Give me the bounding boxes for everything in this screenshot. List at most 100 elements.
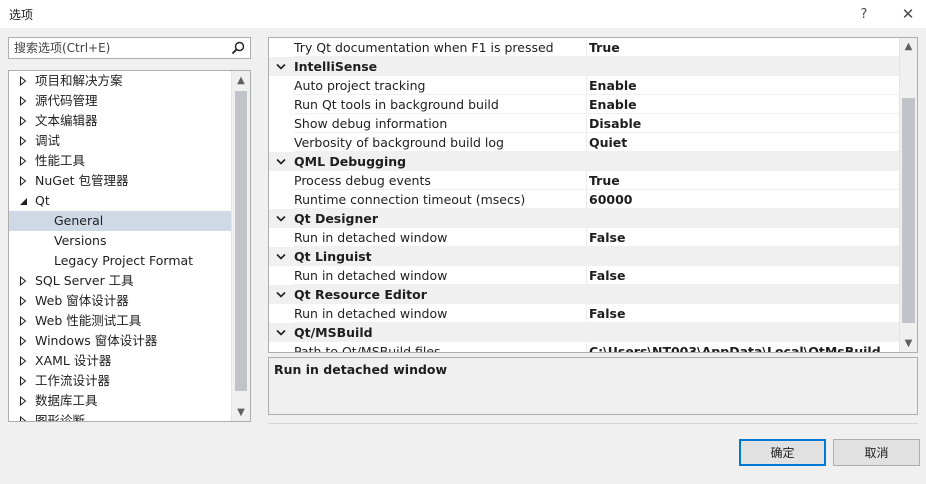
property-category[interactable]: Qt Resource Editor (269, 285, 900, 304)
expand-arrow-icon[interactable] (18, 151, 28, 171)
property-name: Run in detached window (294, 304, 586, 323)
tree-item[interactable]: Web 性能测试工具 (9, 311, 231, 331)
property-category[interactable]: Qt Designer (269, 209, 900, 228)
expand-arrow-icon[interactable] (18, 91, 28, 111)
expand-arrow-icon[interactable] (18, 271, 28, 291)
chevron-down-icon[interactable] (275, 209, 287, 228)
property-row[interactable]: Verbosity of background build log Quiet (269, 133, 900, 152)
property-value[interactable]: Disable (586, 114, 900, 133)
property-grid-scrollbar[interactable]: ▲ ▼ (899, 38, 917, 352)
property-row[interactable]: Run in detached window False (269, 228, 900, 247)
category-label: QML Debugging (294, 154, 407, 169)
property-name: Try Qt documentation when F1 is pressed (294, 38, 586, 57)
property-value[interactable]: True (586, 38, 900, 57)
property-row[interactable]: Try Qt documentation when F1 is pressed T… (269, 38, 900, 57)
property-category[interactable]: Qt Linguist (269, 247, 900, 266)
property-row[interactable]: Auto project tracking Enable (269, 76, 900, 95)
tree-item[interactable]: 调试 (9, 131, 231, 151)
property-value[interactable]: False (586, 266, 900, 285)
tree-item-label: 源代码管理 (35, 93, 98, 108)
tree-item[interactable]: 数据库工具 (9, 391, 231, 411)
chevron-down-icon[interactable] (275, 57, 287, 76)
chevron-down-icon[interactable] (275, 152, 287, 171)
tree-item[interactable]: 工作流设计器 (9, 371, 231, 391)
property-value[interactable]: C:\Users\NT003\AppData\Local\QtMsBuild (586, 342, 900, 352)
expand-arrow-icon[interactable] (18, 111, 28, 131)
scroll-up-arrow-icon[interactable]: ▲ (900, 38, 917, 55)
expand-arrow-icon[interactable] (18, 371, 28, 391)
property-value[interactable]: False (586, 304, 900, 323)
chevron-down-icon[interactable] (275, 323, 287, 342)
tree-item-label: Windows 窗体设计器 (35, 333, 158, 348)
property-value[interactable]: 60000 (586, 190, 900, 209)
scroll-down-arrow-icon[interactable]: ▼ (900, 335, 917, 352)
property-category[interactable]: IntelliSense (269, 57, 900, 76)
description-panel: Run in detached window (268, 357, 918, 415)
expand-arrow-icon[interactable] (18, 351, 28, 371)
tree-item-label: NuGet 包管理器 (35, 173, 129, 188)
tree-item[interactable]: 图形诊断 (9, 411, 231, 422)
tree-item[interactable]: NuGet 包管理器 (9, 171, 231, 191)
property-row[interactable]: Process debug events True (269, 171, 900, 190)
tree-item[interactable]: XAML 设计器 (9, 351, 231, 371)
ok-button[interactable]: 确定 (739, 439, 826, 466)
expand-arrow-icon[interactable] (18, 331, 28, 351)
property-value[interactable]: True (586, 171, 900, 190)
tree-item[interactable]: General (9, 211, 231, 231)
property-value[interactable]: False (586, 228, 900, 247)
property-grid: Try Qt documentation when F1 is pressed T… (268, 37, 918, 353)
property-name: Verbosity of background build log (294, 133, 586, 152)
scroll-up-arrow-icon[interactable]: ▲ (232, 71, 250, 89)
tree-item[interactable]: 性能工具 (9, 151, 231, 171)
category-label: Qt/MSBuild (294, 325, 373, 340)
property-row[interactable]: Runtime connection timeout (msecs) 60000 (269, 190, 900, 209)
tree-item-label: 调试 (35, 133, 61, 148)
chevron-down-icon[interactable] (275, 247, 287, 266)
tree-scrollbar[interactable]: ▲ ▼ (231, 71, 250, 421)
property-value[interactable]: Enable (586, 95, 900, 114)
property-row[interactable]: Run Qt tools in background build Enable (269, 95, 900, 114)
tree-item-label: SQL Server 工具 (35, 273, 134, 288)
property-row[interactable]: Show debug information Disable (269, 114, 900, 133)
tree-item[interactable]: 文本编辑器 (9, 111, 231, 131)
search-input[interactable] (9, 38, 229, 58)
window-title: 选项 (9, 8, 34, 22)
category-label: Qt Resource Editor (294, 287, 427, 302)
property-category[interactable]: Qt/MSBuild (269, 323, 900, 342)
tree-item[interactable]: Web 窗体设计器 (9, 291, 231, 311)
close-button[interactable]: ✕ (898, 4, 918, 24)
tree-item[interactable]: Versions (9, 231, 231, 251)
scrollbar-thumb[interactable] (902, 98, 915, 323)
property-row[interactable]: Run in detached window False (269, 304, 900, 323)
chevron-down-icon[interactable] (275, 285, 287, 304)
scrollbar-thumb[interactable] (235, 91, 247, 391)
property-row[interactable]: Path to Qt/MSBuild files C:\Users\NT003\A… (269, 342, 900, 352)
expand-arrow-icon[interactable] (18, 171, 28, 191)
search-icon[interactable] (230, 40, 246, 56)
property-row[interactable]: Run in detached window False (269, 266, 900, 285)
tree-item[interactable]: 项目和解决方案 (9, 71, 231, 91)
tree-item[interactable]: Legacy Project Format (9, 251, 231, 271)
expand-arrow-icon[interactable] (18, 391, 28, 411)
property-value[interactable]: Enable (586, 76, 900, 95)
expand-arrow-icon[interactable] (18, 411, 28, 421)
expand-arrow-icon[interactable] (18, 311, 28, 331)
cancel-button[interactable]: 取消 (833, 439, 920, 466)
collapse-arrow-icon[interactable] (18, 191, 28, 211)
options-search-box (8, 37, 251, 59)
scroll-down-arrow-icon[interactable]: ▼ (232, 403, 250, 421)
help-button[interactable]: ? (854, 4, 874, 24)
expand-arrow-icon[interactable] (18, 71, 28, 91)
tree-list: 项目和解决方案源代码管理文本编辑器调试性能工具 NuGet 包管理器 Qt Gener… (9, 71, 231, 422)
tree-item[interactable]: Qt (9, 191, 231, 211)
property-category[interactable]: QML Debugging (269, 152, 900, 171)
tree-item[interactable]: SQL Server 工具 (9, 271, 231, 291)
tree-item-label: 图形诊断 (35, 413, 86, 422)
tree-item[interactable]: Windows 窗体设计器 (9, 331, 231, 351)
expand-arrow-icon[interactable] (18, 131, 28, 151)
property-value[interactable]: Quiet (586, 133, 900, 152)
tree-item[interactable]: 源代码管理 (9, 91, 231, 111)
tree-item-label: Web 窗体设计器 (35, 293, 129, 308)
tree-item-label: General (54, 213, 104, 228)
expand-arrow-icon[interactable] (18, 291, 28, 311)
